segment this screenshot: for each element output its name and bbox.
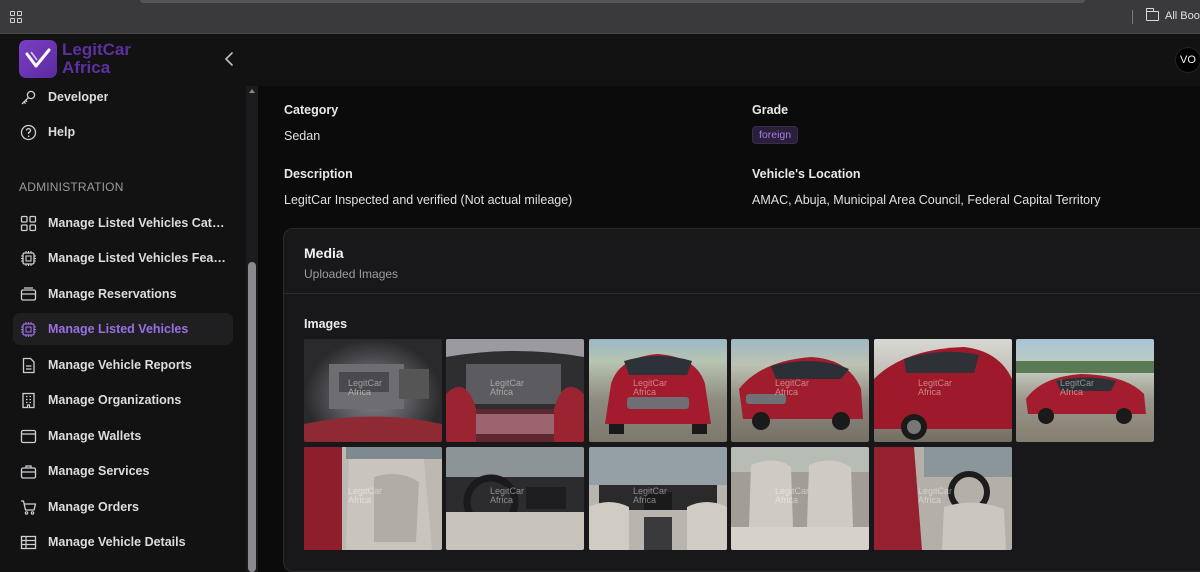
grade-badge: foreign	[752, 126, 799, 144]
vehicle-image-front-seats-door-open[interactable]: LegitCar Africa	[304, 447, 442, 550]
app-header: LegitCar Africa	[0, 34, 1200, 86]
brand-logo[interactable]: LegitCar Africa	[19, 40, 131, 78]
sidebar-item-label: Manage Wallets	[48, 429, 142, 443]
grade-label: Grade	[752, 103, 789, 117]
document-icon	[20, 357, 37, 374]
watermark: LegitCar Africa	[1060, 378, 1095, 397]
sidebar-item-developer[interactable]: Developer	[13, 86, 233, 113]
media-title: Media	[304, 245, 344, 261]
media-subtitle: Uploaded Images	[304, 267, 399, 281]
sidebar-item-listed-vehicles-features[interactable]: Manage Listed Vehicles Features	[13, 242, 233, 274]
wallet-icon	[20, 428, 37, 445]
cart-icon	[20, 499, 37, 516]
watermark: LegitCar Africa	[633, 378, 668, 397]
vehicle-image-dashboard-steering[interactable]: LegitCar Africa	[446, 447, 584, 550]
vehicle-image-front-three-quarter-view[interactable]: LegitCar Africa	[731, 339, 869, 442]
vehicle-detail-panel: Category Sedan Grade foreign Description…	[258, 86, 1200, 572]
logo-mark-icon	[19, 40, 57, 78]
sidebar-item-reservations[interactable]: Manage Reservations	[13, 278, 233, 310]
vehicle-image-rear-seats[interactable]: LegitCar Africa	[731, 447, 869, 550]
sidebar-item-orders[interactable]: Manage Orders	[13, 491, 233, 523]
sidebar-item-organizations[interactable]: Manage Organizations	[13, 384, 233, 416]
user-avatar[interactable]: VO	[1175, 47, 1200, 73]
sidebar-scroll-thumb[interactable]	[248, 262, 256, 572]
sidebar-item-label: Manage Organizations	[48, 393, 182, 407]
sidebar-item-vehicle-reports[interactable]: Manage Vehicle Reports	[13, 349, 233, 381]
sidebar-item-label: Manage Vehicle Reports	[48, 358, 192, 372]
chevron-left-icon	[224, 52, 233, 66]
inbox-icon	[20, 286, 37, 303]
location-value: AMAC, Abuja, Municipal Area Council, Fed…	[752, 193, 1101, 207]
briefcase-icon	[20, 463, 37, 480]
watermark: LegitCar Africa	[918, 486, 953, 505]
sidebar-item-wallets[interactable]: Manage Wallets	[13, 420, 233, 452]
location-label: Vehicle's Location	[752, 167, 861, 181]
watermark: LegitCar Africa	[490, 378, 525, 397]
sidebar-item-label: Developer	[48, 90, 109, 104]
browser-toolbar: All Book	[0, 0, 1200, 34]
vehicle-image-rear-side-view[interactable]: LegitCar Africa	[1016, 339, 1154, 442]
sidebar-item-label: Manage Orders	[48, 500, 140, 514]
sidebar-item-listed-vehicles[interactable]: Manage Listed Vehicles	[13, 313, 233, 345]
sidebar-item-label: Help	[48, 125, 76, 139]
watermark: LegitCar Africa	[775, 378, 810, 397]
sidebar-item-listed-vehicles-categories[interactable]: Manage Listed Vehicles Categ...	[13, 207, 233, 239]
sidebar-item-label: Manage Listed Vehicles	[48, 322, 189, 336]
brand-name-line1: LegitCar	[62, 40, 131, 59]
vehicle-image-side-view[interactable]: LegitCar Africa	[874, 339, 1012, 442]
watermark: LegitCar Africa	[348, 486, 383, 505]
sidebar-item-label: Manage Listed Vehicles Categ...	[48, 216, 228, 230]
watermark: LegitCar Africa	[775, 486, 810, 505]
category-label: Category	[284, 103, 339, 117]
browser-tab-strip	[140, 0, 1085, 3]
vehicle-image-driver-door-interior[interactable]: LegitCar Africa	[874, 447, 1012, 550]
apps-grid-icon[interactable]	[10, 11, 22, 23]
sidebar-item-label: Manage Reservations	[48, 287, 177, 301]
chip-icon	[20, 250, 37, 267]
vehicle-image-engine-bay-open-hood[interactable]: LegitCar Africa	[446, 339, 584, 442]
all-bookmarks-label: All Book	[1165, 10, 1200, 22]
section-title-administration: ADMINISTRATION	[19, 180, 124, 194]
vehicle-image-dashboard-rear-view[interactable]: LegitCar Africa	[589, 447, 727, 550]
sidebar: Developer Help ADMINISTRATION Manage Lis…	[0, 86, 246, 572]
sidebar-item-label: Manage Services	[48, 464, 150, 478]
brand-name-line2: Africa	[62, 58, 111, 77]
all-bookmarks-button[interactable]: All Book	[1145, 8, 1200, 22]
category-value: Sedan	[284, 129, 321, 143]
building-icon	[20, 392, 37, 409]
description-value: LegitCar Inspected and verified (Not act…	[284, 193, 573, 207]
grid-icon	[20, 215, 37, 232]
chip-icon	[20, 321, 37, 338]
sidebar-item-label: Manage Listed Vehicles Features	[48, 251, 228, 265]
sidebar-item-label: Manage Vehicle Details	[48, 535, 186, 549]
folder-icon	[1145, 8, 1159, 21]
help-circle-icon	[20, 124, 37, 141]
media-card: Media Uploaded Images Images LegitCar Afr…	[283, 228, 1200, 572]
collapse-sidebar-button[interactable]	[222, 50, 236, 68]
bookmark-separator	[1132, 10, 1133, 24]
sidebar-item-help[interactable]: Help	[13, 116, 233, 148]
key-icon	[20, 89, 37, 106]
table-icon	[20, 534, 37, 551]
vehicle-image-front-view[interactable]: LegitCar Africa	[589, 339, 727, 442]
scroll-up-arrow-icon[interactable]	[249, 89, 255, 93]
sidebar-item-vehicle-details[interactable]: Manage Vehicle Details	[13, 526, 233, 558]
user-initials: VO	[1180, 54, 1196, 66]
description-label: Description	[284, 167, 353, 181]
watermark: LegitCar Africa	[490, 486, 525, 505]
divider	[284, 293, 1200, 294]
watermark: LegitCar Africa	[918, 378, 953, 397]
images-label: Images	[304, 317, 348, 331]
sidebar-item-services[interactable]: Manage Services	[13, 455, 233, 487]
vehicle-image-engine-bay[interactable]: LegitCar Africa	[304, 339, 442, 442]
watermark: LegitCar Africa	[348, 378, 383, 397]
watermark: LegitCar Africa	[633, 486, 668, 505]
